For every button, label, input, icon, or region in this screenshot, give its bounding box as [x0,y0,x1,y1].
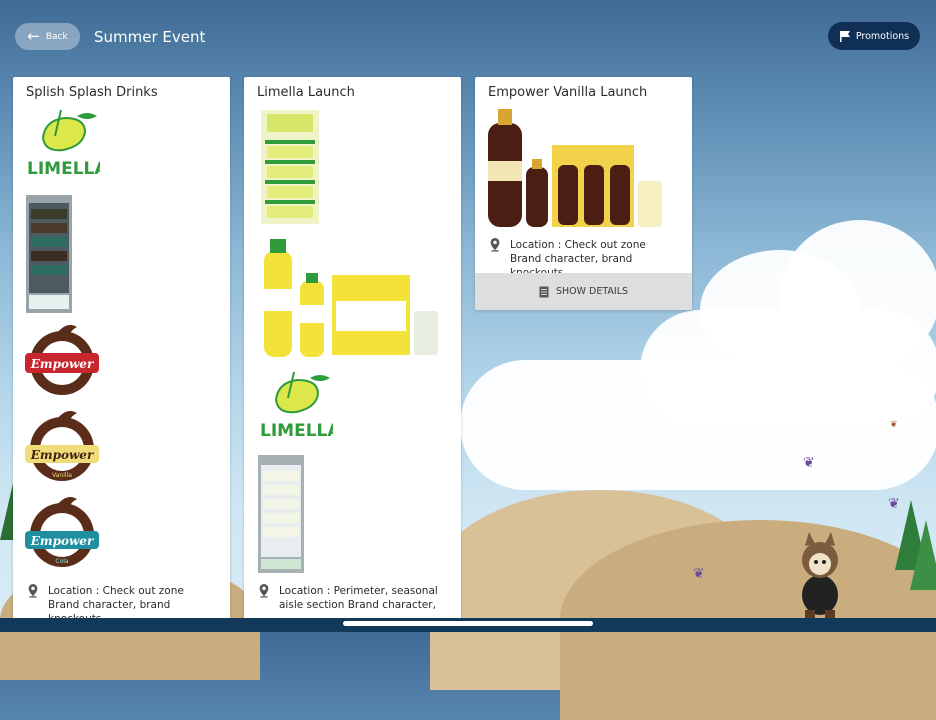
flag-icon [839,31,850,42]
butterfly-icon: ❦ [890,420,898,430]
cooler-dark-image [26,195,72,313]
empower-vanilla-logo-image: Empower Vanilla [25,411,99,481]
location-text: Location : Perimeter, seasonal aisle sec… [279,585,438,611]
card-title: Limella Launch [257,85,355,100]
card-title: Splish Splash Drinks [26,85,158,100]
cola-logo-text: Cola [55,558,69,565]
limella-logo-text: LIMELLA [260,421,333,441]
empower-cola-logo-image: Empower Cola [25,497,99,567]
page-title: Summer Event [94,28,206,46]
empower-logo-text: Empower [30,357,95,371]
limella-logo-image: LIMELLA [260,372,333,441]
location-pin-icon [28,584,38,598]
butterfly-icon: ❦ [693,566,705,582]
promotions-button[interactable]: Promotions [828,22,920,50]
butterfly-icon: ❦ [888,496,900,512]
show-details-label: SHOW DETAILS [555,286,629,297]
limella-logo-text: LIMELLA [27,159,100,179]
back-button-label: Back [45,31,68,42]
promotion-card-limella-launch[interactable]: Limella Launch LIMELLA Location: Perime… [244,77,461,622]
limella-logo-image: LIMELLA [27,110,100,179]
location-pin-icon [490,238,500,252]
back-button[interactable]: ← Back [15,23,80,50]
empower-logo-text: Empower [30,534,95,548]
mascot-character [802,532,838,618]
promotion-card-empower-vanilla-launch[interactable]: Empower Vanilla Launch Location : Check … [475,77,692,310]
butterfly-icon: ❦ [803,455,815,471]
limella-bottles-pack-image [264,239,438,357]
location-pin-icon [259,584,269,598]
location-row: Location : Check out zone Brand characte… [27,584,217,622]
empower-logo-text: Empower [30,448,95,462]
show-details-button[interactable]: SHOW DETAILS [475,273,692,310]
card-title: Empower Vanilla Launch [488,85,648,100]
location-row: Location : Perimeter, seasonal aisle sec… [258,584,448,612]
vanilla-logo-text: Vanilla [52,472,72,479]
location-text: Location : Check out zone Brand characte… [48,585,184,622]
empower-cola-red-logo-image: Empower [25,325,99,395]
limella-shelf-display-image [261,110,319,224]
promotion-card-splish-splash[interactable]: Splish Splash Drinks LIMELLA Empower Emp… [13,77,230,622]
empower-vanilla-bottles-pack-image [488,109,662,227]
cooler-light-image [258,455,304,573]
arrow-left-icon: ← [27,27,40,45]
document-icon [539,286,549,297]
home-indicator[interactable] [343,621,593,626]
promotions-button-label: Promotions [855,30,910,42]
